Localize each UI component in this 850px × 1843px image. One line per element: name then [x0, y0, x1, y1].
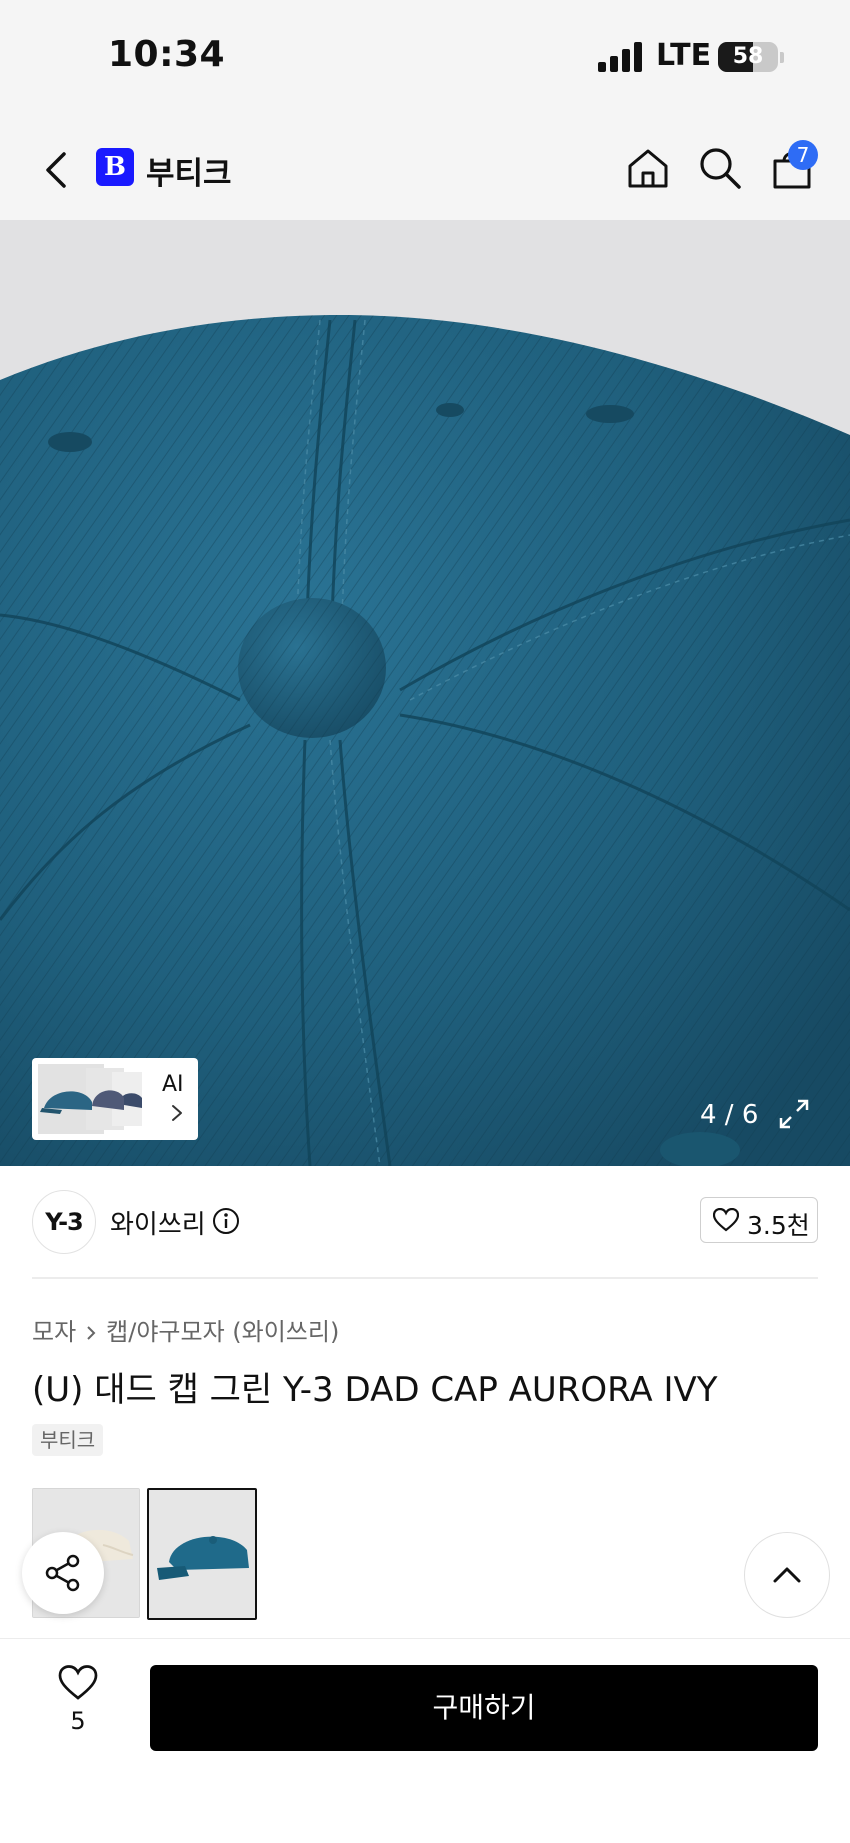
app-title[interactable]: 부티크	[146, 148, 232, 193]
battery-icon: 58	[718, 42, 778, 72]
battery-tip	[780, 52, 784, 63]
expand-icon[interactable]	[778, 1098, 810, 1130]
chevron-right-icon	[172, 1105, 182, 1121]
brand-like-button[interactable]: 3.5천	[700, 1197, 818, 1243]
signal-icon	[598, 42, 642, 72]
chevron-right-icon	[87, 1326, 96, 1340]
breadcrumb: 모자 캡/야구모자 (와이쓰리)	[32, 1312, 339, 1347]
brand-logo[interactable]: Y-3	[32, 1190, 96, 1254]
brand-like-count: 3.5천	[747, 1211, 810, 1240]
app-logo[interactable]: B	[96, 148, 134, 186]
wishlist-button[interactable]: 5	[50, 1665, 106, 1735]
battery-percent: 58	[732, 44, 764, 69]
ai-label: AI	[162, 1072, 184, 1097]
cap-thumbnails	[38, 1064, 142, 1134]
status-bar: 10:34 LTE 58	[0, 0, 850, 110]
back-icon[interactable]	[40, 148, 74, 192]
heart-icon	[713, 1208, 739, 1232]
cart-count-badge: 7	[788, 140, 818, 170]
share-icon	[45, 1554, 80, 1592]
product-image-gallery[interactable]: AI 4 / 6	[0, 220, 850, 1166]
chevron-up-icon	[773, 1567, 801, 1583]
product-image	[0, 220, 850, 1166]
boutique-tag: 부티크	[32, 1424, 104, 1456]
ai-similar-thumbnails[interactable]: AI	[32, 1058, 198, 1140]
search-icon[interactable]	[698, 146, 742, 190]
product-title: (U) 대드 캡 그린 Y-3 DAD CAP AURORA IVY	[32, 1370, 718, 1410]
wishlist-count: 5	[70, 1707, 86, 1735]
share-button[interactable]	[22, 1532, 104, 1614]
breadcrumb-subcategory[interactable]: 캡/야구모자 (와이쓰리)	[106, 1318, 339, 1346]
heart-icon	[58, 1665, 98, 1700]
divider	[32, 1277, 818, 1279]
bottom-action-bar: 5 구매하기	[0, 1638, 850, 1843]
brand-name[interactable]: 와이쓰리	[110, 1204, 206, 1241]
top-nav: B 부티크 7	[0, 110, 850, 220]
color-option-teal-selected[interactable]	[147, 1488, 257, 1620]
info-icon[interactable]	[212, 1207, 240, 1235]
home-icon[interactable]	[626, 146, 670, 190]
image-counter: 4 / 6	[700, 1100, 759, 1130]
network-label: LTE	[656, 38, 712, 73]
buy-button[interactable]: 구매하기	[150, 1665, 818, 1751]
teal-cap-image	[149, 1490, 255, 1618]
scroll-top-button[interactable]	[744, 1532, 830, 1618]
status-time: 10:34	[108, 34, 226, 75]
breadcrumb-category[interactable]: 모자	[32, 1318, 76, 1346]
